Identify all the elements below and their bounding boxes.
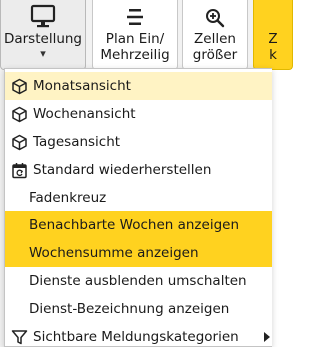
menu-item-tagesansicht[interactable]: Tagesansicht: [5, 128, 272, 156]
menu-item-label: Monatsansicht: [33, 78, 131, 94]
menu-item-label: Standard wiederherstellen: [33, 162, 212, 178]
plan-ein-mehrzeilig-button[interactable]: Plan Ein/ Mehrzeilig: [92, 0, 178, 70]
menu-item-label: Sichtbare Meldungskategorien: [33, 329, 239, 345]
cube-icon: [9, 76, 29, 96]
toolbar: Darstellung ▾ Plan Ein/ Mehrzeilig Zelle…: [0, 0, 293, 72]
plan-label-line1: Plan Ein/: [105, 31, 165, 47]
menu-item-benachbarte-wochen[interactable]: Benachbarte Wochen anzeigen: [5, 211, 272, 239]
chevron-right-icon: [264, 332, 270, 342]
menu-item-label: Benachbarte Wochen anzeigen: [29, 217, 240, 233]
filter-icon: [9, 327, 29, 347]
menu-item-label: Wochensumme anzeigen: [29, 245, 199, 261]
menu-item-label: Dienst-Bezeichnung anzeigen: [29, 301, 230, 317]
menu-item-label: Wochenansicht: [33, 106, 136, 122]
menu-item-sichtbare-meldungskategorien[interactable]: Sichtbare Meldungskategorien: [5, 323, 272, 347]
menu-item-label: Fadenkreuz: [29, 190, 107, 206]
darstellung-dropdown-menu: Monatsansicht Wochenansicht Tagesansicht: [4, 68, 272, 347]
plan-label-line2: Mehrzeilig: [100, 47, 170, 63]
menu-item-fadenkreuz[interactable]: Fadenkreuz: [5, 184, 272, 212]
zoom-in-icon: [205, 0, 225, 28]
zellen-label-line2: größer: [192, 47, 238, 63]
darstellung-label: Darstellung: [3, 31, 83, 47]
monitor-icon: [30, 0, 56, 28]
chevron-down-icon: ▾: [40, 47, 46, 60]
menu-item-wochensumme[interactable]: Wochensumme anzeigen: [5, 239, 272, 267]
cube-icon: [9, 132, 29, 152]
menu-item-dienste-ausblenden[interactable]: Dienste ausblenden umschalten: [5, 267, 272, 295]
zellen-label-line1: Zellen: [194, 31, 236, 47]
darstellung-button[interactable]: Darstellung ▾: [0, 0, 86, 70]
page: Darstellung ▾ Plan Ein/ Mehrzeilig Zelle…: [0, 0, 293, 347]
partial-label-line2: k: [269, 47, 277, 63]
menu-item-wochenansicht[interactable]: Wochenansicht: [5, 100, 272, 128]
menu-item-label: Dienste ausblenden umschalten: [29, 273, 247, 289]
menu-item-monatsansicht[interactable]: Monatsansicht: [5, 72, 272, 100]
partial-toolbar-button[interactable]: Z k: [253, 0, 293, 70]
cube-icon: [9, 104, 29, 124]
zellen-groesser-button[interactable]: Zellen größer: [182, 0, 248, 70]
menu-item-dienst-bezeichnung[interactable]: Dienst-Bezeichnung anzeigen: [5, 295, 272, 323]
menu-item-standard-wiederherstellen[interactable]: Standard wiederherstellen: [5, 156, 272, 184]
menu-item-label: Tagesansicht: [33, 134, 121, 150]
partial-label-line1: Z: [268, 31, 278, 47]
calendar-reset-icon: [9, 160, 29, 180]
split-rows-icon: [124, 0, 146, 28]
